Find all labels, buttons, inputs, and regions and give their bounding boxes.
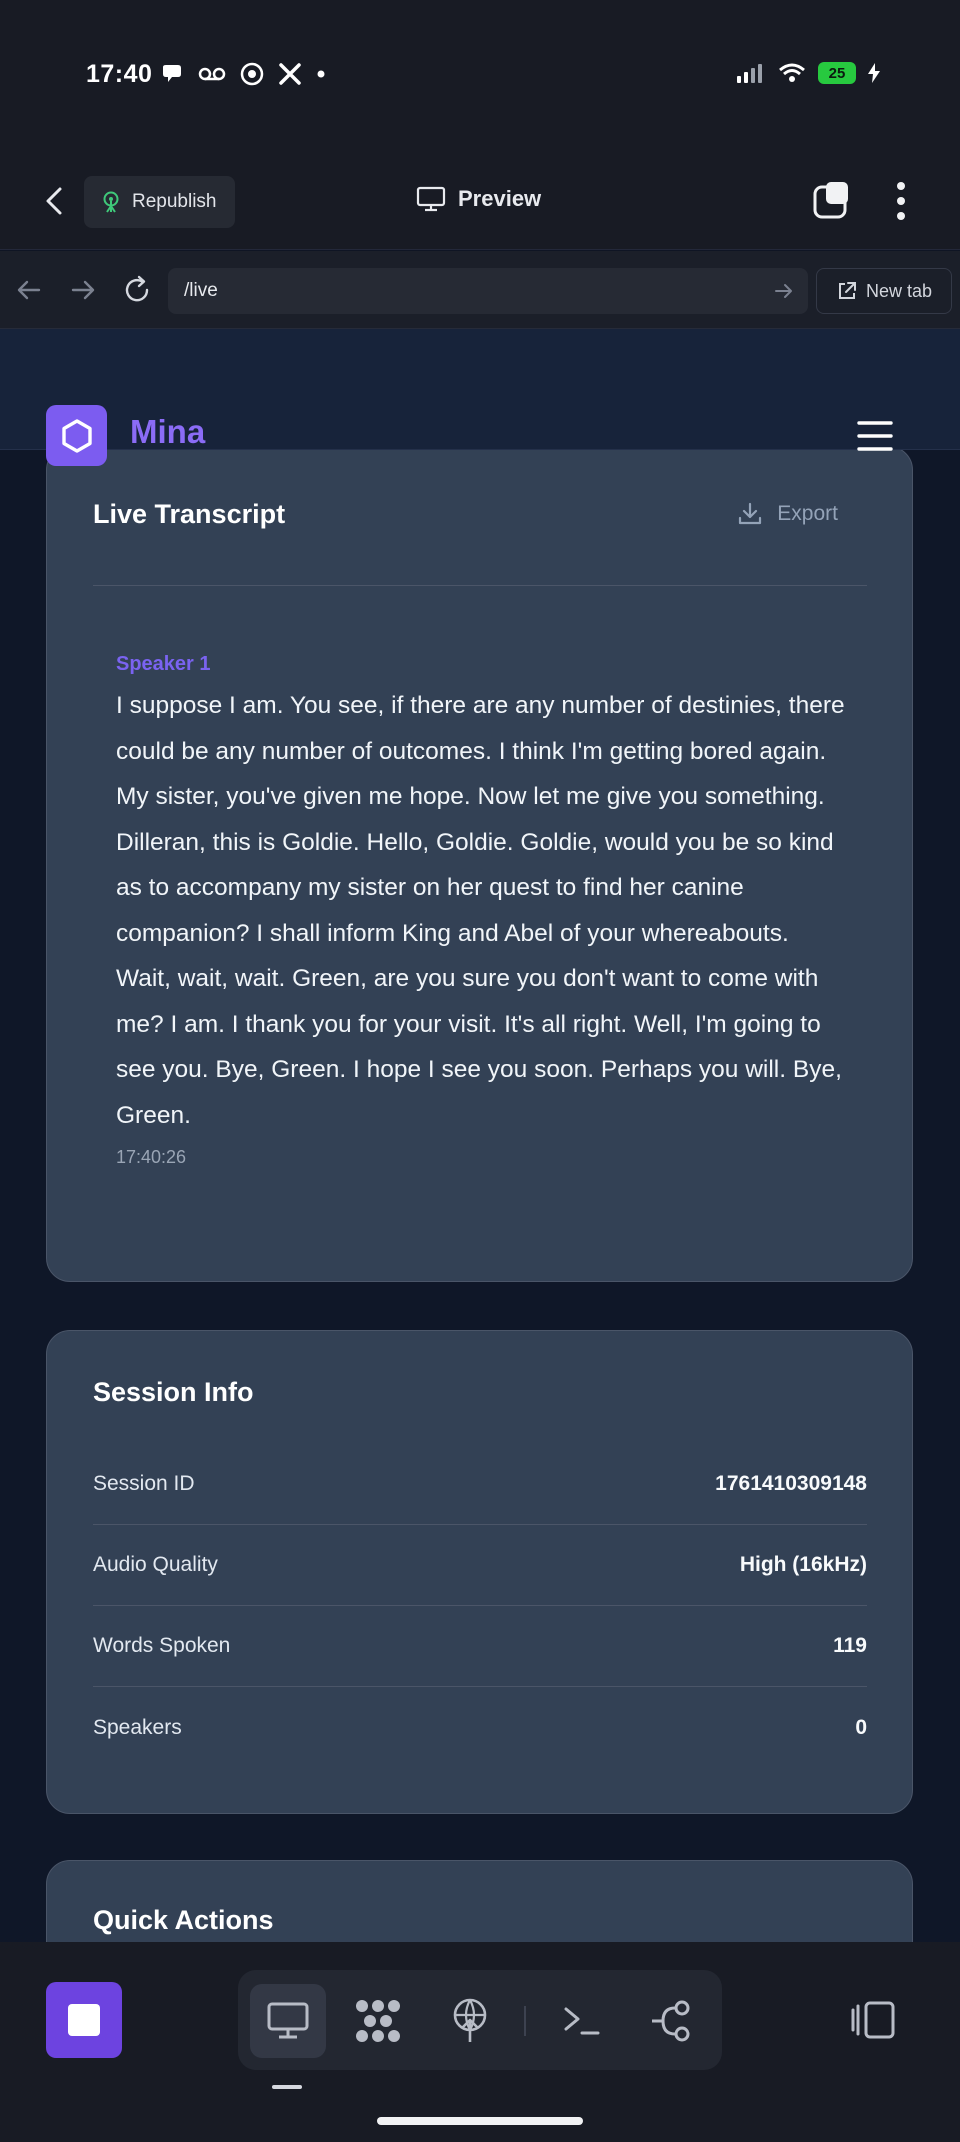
download-icon bbox=[739, 502, 762, 525]
url-text: /live bbox=[184, 280, 218, 301]
quick-actions-card: Quick Actions bbox=[46, 1860, 913, 1942]
phone-screen: 17:40 25 Republish Preview /live New tab… bbox=[0, 0, 960, 2142]
hamburger-menu-icon[interactable] bbox=[856, 419, 894, 453]
browser-forward-icon[interactable] bbox=[66, 273, 100, 307]
more-vertical-icon[interactable] bbox=[886, 180, 916, 222]
back-icon[interactable] bbox=[38, 184, 72, 218]
monitor-icon bbox=[416, 186, 446, 212]
bottom-dock bbox=[0, 1942, 960, 2142]
active-tool-indicator bbox=[272, 2085, 302, 2089]
preview-title[interactable]: Preview bbox=[416, 186, 541, 212]
audio-quality-value: High (16kHz) bbox=[739, 1553, 867, 1576]
web-page: Live Transcript Export Speaker 1 I suppo… bbox=[0, 329, 960, 1942]
session-id-value: 1761410309148 bbox=[715, 1472, 867, 1495]
logo[interactable] bbox=[46, 405, 107, 466]
stop-icon bbox=[68, 2004, 100, 2036]
reload-icon[interactable] bbox=[120, 273, 154, 307]
status-bar: 17:40 25 bbox=[0, 0, 960, 150]
site-header: Mina bbox=[0, 329, 960, 466]
status-system-icons: 25 bbox=[736, 62, 880, 84]
status-time: 17:40 bbox=[86, 60, 153, 88]
publish-tool-button[interactable] bbox=[432, 1984, 508, 2058]
new-tab-button[interactable]: New tab bbox=[816, 268, 952, 314]
dots-grid-icon bbox=[356, 2000, 400, 2042]
url-field[interactable]: /live bbox=[168, 268, 808, 314]
new-tab-label: New tab bbox=[865, 280, 933, 301]
transcript-title: Live Transcript bbox=[93, 499, 286, 529]
transcript-card: Live Transcript Export Speaker 1 I suppo… bbox=[46, 446, 913, 1282]
session-id-label: Session ID bbox=[93, 1472, 195, 1495]
speaker-label: Speaker 1 bbox=[116, 653, 211, 675]
words-spoken-label: Words Spoken bbox=[93, 1634, 231, 1657]
branch-icon bbox=[652, 2000, 690, 2042]
broadcast-icon bbox=[103, 191, 119, 213]
browser-back-icon[interactable] bbox=[12, 273, 46, 307]
transcript-divider bbox=[93, 585, 867, 586]
antenna-icon bbox=[453, 1998, 487, 2042]
session-id-row: Session ID 1761410309148 bbox=[93, 1444, 867, 1525]
brand-name: Mina bbox=[130, 413, 206, 450]
hexagon-icon bbox=[61, 418, 92, 453]
tool-switcher bbox=[238, 1970, 722, 2070]
wifi-icon bbox=[779, 63, 805, 82]
terminal-tool-button[interactable] bbox=[544, 1984, 620, 2058]
charging-icon bbox=[868, 63, 880, 83]
words-spoken-value: 119 bbox=[833, 1634, 867, 1657]
session-info-title: Session Info bbox=[93, 1377, 254, 1407]
ball-icon bbox=[240, 62, 264, 86]
terminal-icon bbox=[564, 2007, 600, 2035]
stop-button[interactable] bbox=[46, 1982, 122, 2058]
preview-label: Preview bbox=[458, 186, 542, 211]
audio-quality-row: Audio Quality High (16kHz) bbox=[93, 1525, 867, 1606]
status-notification-icons bbox=[160, 62, 326, 86]
quick-actions-title: Quick Actions bbox=[93, 1905, 274, 1935]
desktop-tool-button[interactable] bbox=[250, 1984, 326, 2058]
external-link-icon bbox=[838, 282, 856, 299]
bubble-icon bbox=[163, 65, 181, 82]
desktop-icon bbox=[267, 2002, 309, 2039]
app-bar: Republish Preview bbox=[0, 150, 960, 250]
voicemail-icon bbox=[198, 67, 226, 81]
republish-button[interactable]: Republish bbox=[84, 176, 235, 228]
speakers-value: 0 bbox=[855, 1715, 867, 1739]
transcript-timestamp: 17:40:26 bbox=[116, 1147, 187, 1167]
dot-icon bbox=[317, 70, 325, 78]
panel-toggle-icon[interactable] bbox=[850, 2000, 896, 2040]
speakers-row: Speakers 0 bbox=[93, 1687, 867, 1768]
session-info-card: Session Info Session ID 1761410309148 Au… bbox=[46, 1330, 913, 1814]
home-indicator[interactable] bbox=[377, 2117, 583, 2125]
speakers-label: Speakers bbox=[93, 1715, 182, 1739]
apps-tool-button[interactable] bbox=[340, 1984, 416, 2058]
export-label: Export bbox=[777, 502, 838, 525]
republish-label: Republish bbox=[132, 191, 217, 212]
tool-separator bbox=[524, 2006, 526, 2036]
export-button[interactable]: Export bbox=[737, 501, 838, 527]
transcript-text: I suppose I am. You see, if there are an… bbox=[116, 692, 845, 1129]
words-spoken-row: Words Spoken 119 bbox=[93, 1606, 867, 1687]
signal-icon bbox=[737, 64, 762, 83]
audio-quality-label: Audio Quality bbox=[93, 1553, 218, 1576]
battery-indicator: 25 bbox=[818, 62, 856, 84]
x-icon bbox=[279, 63, 301, 85]
tabs-icon[interactable] bbox=[812, 180, 852, 220]
go-arrow-icon[interactable] bbox=[772, 279, 796, 303]
git-tool-button[interactable] bbox=[634, 1984, 710, 2058]
browser-toolbar: /live New tab bbox=[0, 251, 960, 329]
